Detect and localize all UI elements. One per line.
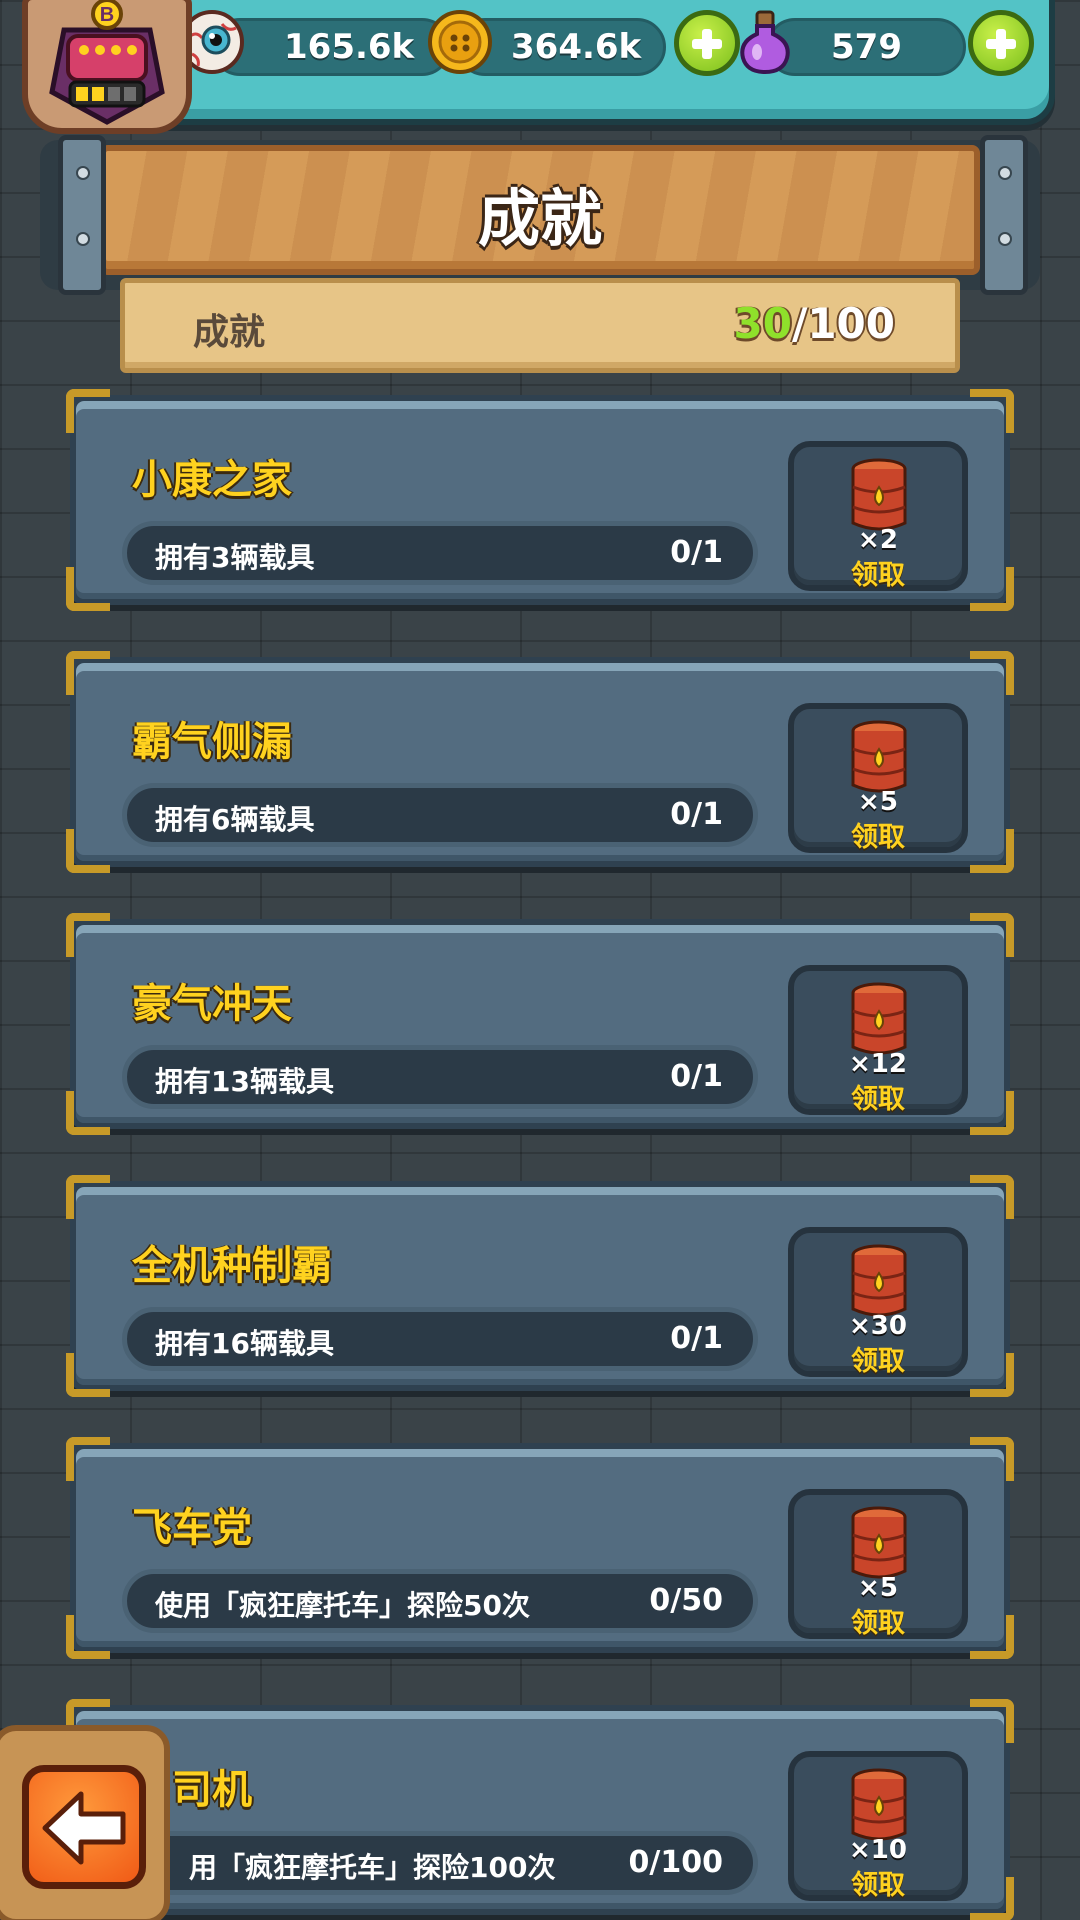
achievement-progress-bar: 拥有6辆载具 0/1 xyxy=(122,783,758,847)
claim-label: 领取 xyxy=(851,1084,905,1115)
achievement-title: 司机 xyxy=(172,1767,252,1813)
reward-quantity: ×5 xyxy=(858,1573,898,1603)
claim-reward-button[interactable]: ×2 领取 xyxy=(788,441,968,591)
achievement-desc: 用「疯狂摩托车」探险100次 xyxy=(189,1851,556,1884)
achievement-progress: 0/50 xyxy=(649,1583,723,1618)
claim-label: 领取 xyxy=(851,1870,905,1901)
claim-reward-button[interactable]: ×5 领取 xyxy=(788,703,968,853)
reward-quantity: ×5 xyxy=(858,787,898,817)
achievement-progress-bar: 拥有13辆载具 0/1 xyxy=(122,1045,758,1109)
achievement-desc: 拥有3辆载具 xyxy=(155,541,315,574)
summary-count: 30/100 xyxy=(734,299,895,348)
achievement-title: 全机种制霸 xyxy=(132,1243,332,1289)
claim-label: 领取 xyxy=(851,1346,905,1377)
achievement-desc: 拥有16辆载具 xyxy=(155,1327,334,1360)
claim-label: 领取 xyxy=(851,822,905,853)
potion-count: 579 xyxy=(831,27,902,67)
achievement-desc: 拥有13辆载具 xyxy=(155,1065,334,1098)
achievement-progress: 0/1 xyxy=(670,1059,723,1094)
achievement-card: 霸气侧漏 拥有6辆载具 0/1 ×5 领取 xyxy=(66,651,1014,873)
claim-reward-button[interactable]: ×12 领取 xyxy=(788,965,968,1115)
reward-quantity: ×12 xyxy=(849,1049,907,1079)
left-pillar xyxy=(58,135,106,295)
potion-icon xyxy=(740,10,790,75)
claim-reward-button[interactable]: ×5 领取 xyxy=(788,1489,968,1639)
player-avatar[interactable]: B xyxy=(22,0,192,134)
achievement-card: 司机 用「疯狂摩托车」探险100次 0/100 ×10 领取 xyxy=(66,1699,1014,1920)
claim-reward-button[interactable]: ×30 领取 xyxy=(788,1227,968,1377)
reward-quantity: ×2 xyxy=(858,525,898,555)
achievement-progress-bar: 拥有3辆载具 0/1 xyxy=(122,521,758,585)
achievement-title: 飞车党 xyxy=(132,1505,252,1551)
page-title: 成就 xyxy=(477,182,602,255)
achievement-progress: 0/1 xyxy=(670,1321,723,1356)
achievement-progress: 0/1 xyxy=(670,535,723,570)
summary-total: /100 xyxy=(791,299,895,348)
achievement-progress: 0/100 xyxy=(628,1845,723,1880)
claim-label: 领取 xyxy=(851,560,905,591)
achievement-card: 飞车党 使用「疯狂摩托车」探险50次 0/50 ×5 领取 xyxy=(66,1437,1014,1659)
claim-reward-button[interactable]: ×10 领取 xyxy=(788,1751,968,1901)
resource-bar: 165.6k 364.6k 579 xyxy=(120,0,1055,125)
right-pillar xyxy=(980,135,1028,295)
back-arrow-icon xyxy=(42,1791,126,1865)
avatar-badge: B xyxy=(100,4,114,26)
eyeball-count: 165.6k xyxy=(284,27,415,67)
achievement-progress-bar: 拥有16辆载具 0/1 xyxy=(122,1307,758,1371)
achievement-progress-bar: 用「疯狂摩托车」探险100次 0/100 xyxy=(122,1831,758,1895)
achievement-card: 小康之家 拥有3辆载具 0/1 ×2 领取 xyxy=(66,389,1014,611)
back-button[interactable] xyxy=(22,1765,146,1889)
robot-avatar-icon: B xyxy=(49,0,165,125)
claim-label: 领取 xyxy=(851,1608,905,1639)
gold-count: 364.6k xyxy=(511,27,642,67)
achievement-desc: 拥有6辆载具 xyxy=(155,803,315,836)
gold-coin-icon xyxy=(428,10,492,74)
add-potion-button[interactable] xyxy=(968,10,1034,76)
achievement-title: 霸气侧漏 xyxy=(132,719,292,765)
summary-done: 30 xyxy=(733,299,792,348)
achievement-progress: 0/1 xyxy=(670,797,723,832)
achievement-title: 小康之家 xyxy=(132,457,292,503)
achievement-title: 豪气冲天 xyxy=(132,981,292,1027)
achievement-card: 豪气冲天 拥有13辆载具 0/1 ×12 领取 xyxy=(66,913,1014,1135)
achievement-progress-bar: 使用「疯狂摩托车」探险50次 0/50 xyxy=(122,1569,758,1633)
eyeball-resource: 165.6k xyxy=(211,18,451,76)
summary-label: 成就 xyxy=(193,312,266,353)
reward-quantity: ×10 xyxy=(849,1835,907,1865)
achievement-card: 全机种制霸 拥有16辆载具 0/1 ×30 领取 xyxy=(66,1175,1014,1397)
achievement-summary: 成就 30/100 xyxy=(120,278,960,373)
achievement-desc: 使用「疯狂摩托车」探险50次 xyxy=(155,1589,530,1622)
reward-quantity: ×30 xyxy=(849,1311,907,1341)
